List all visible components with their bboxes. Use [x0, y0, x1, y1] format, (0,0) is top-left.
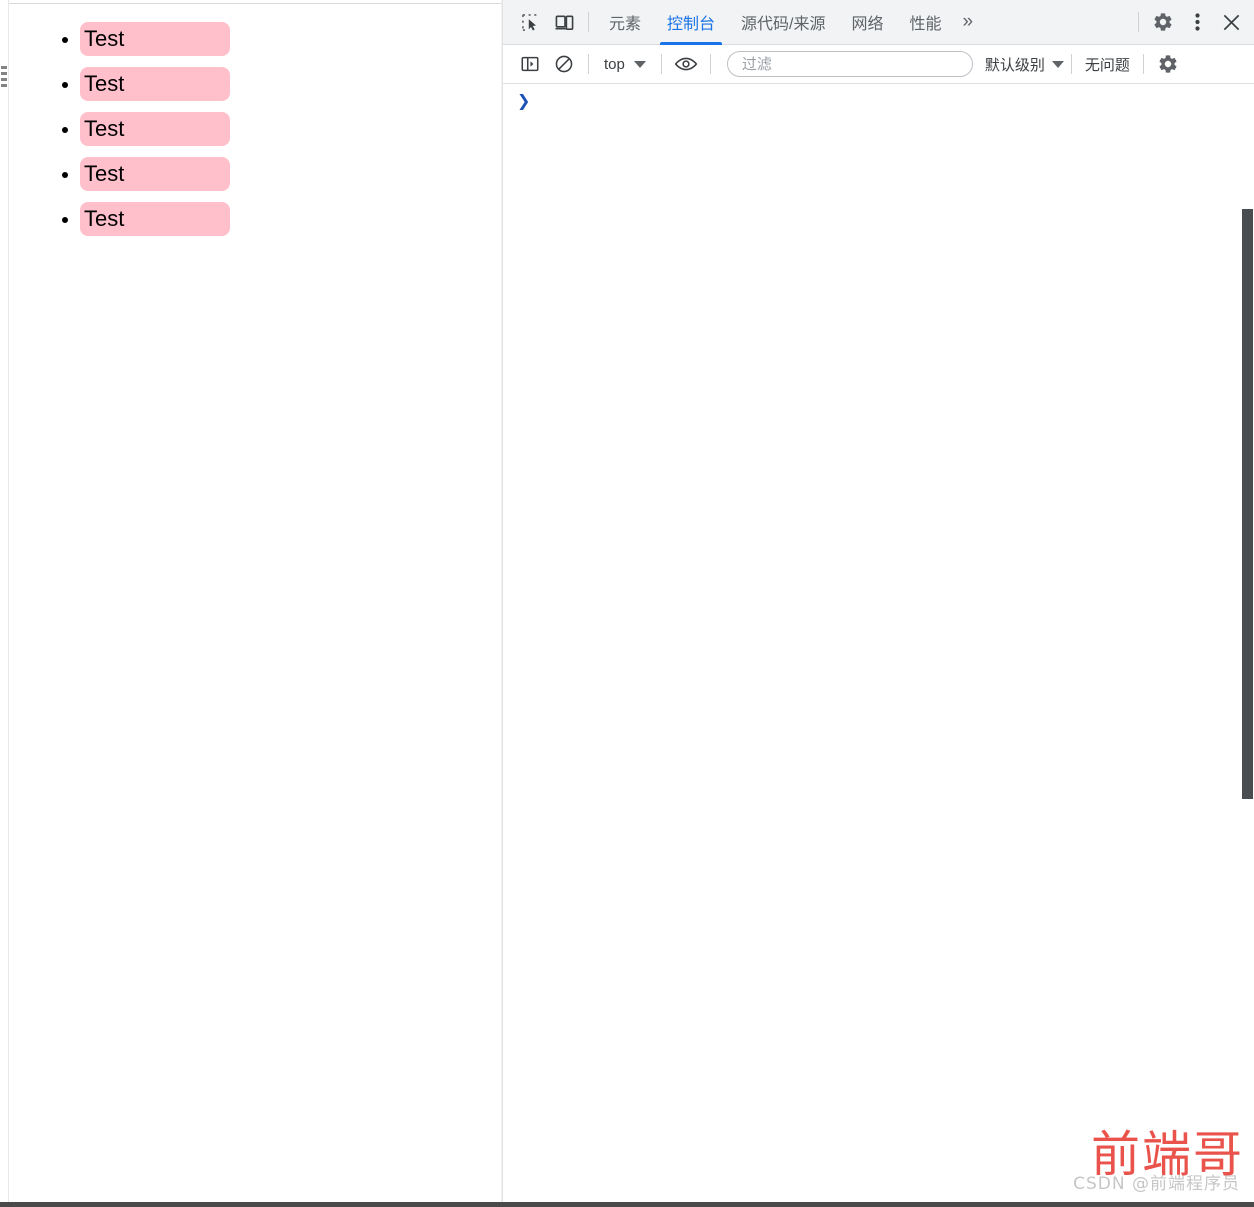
gear-icon[interactable]	[1151, 47, 1185, 81]
devtools-panel: 元素 控制台 源代码/来源 网络 性能 » top 过滤 默认级别 无问题 ❯ …	[503, 0, 1254, 1202]
console-sidebar-icon[interactable]	[513, 47, 547, 81]
live-expression-eye-icon[interactable]	[669, 47, 703, 81]
list-item: Test	[80, 157, 460, 191]
page-left-gutter	[0, 0, 9, 1202]
tab-network[interactable]: 网络	[838, 0, 896, 45]
list-item-highlight: Test	[80, 22, 230, 56]
console-toolbar-divider-1	[588, 54, 589, 74]
log-level-select[interactable]: 默认级别	[985, 54, 1064, 75]
kebab-menu-icon[interactable]	[1180, 5, 1214, 39]
list-item: Test	[80, 202, 460, 236]
console-toolbar-divider-3	[709, 54, 711, 74]
device-toolbar-icon[interactable]	[547, 5, 581, 39]
tab-sources[interactable]: 源代码/来源	[728, 0, 838, 45]
console-scrollbar-thumb[interactable]	[1242, 209, 1253, 799]
list-item: Test	[80, 22, 460, 56]
console-toolbar-divider-5	[1142, 54, 1144, 74]
tab-elements[interactable]: 元素	[596, 0, 654, 45]
list-item-highlight: Test	[80, 112, 230, 146]
list-item-highlight: Test	[80, 157, 230, 191]
log-level-value: 默认级别	[984, 56, 1045, 74]
execution-context-value: top	[604, 55, 625, 73]
tabbar-divider	[588, 12, 589, 32]
tab-console[interactable]: 控制台	[654, 0, 728, 45]
issues-status[interactable]: 无问题	[1079, 54, 1136, 75]
window-bottom-edge	[0, 1202, 1254, 1207]
tab-performance[interactable]: 性能	[897, 0, 955, 45]
filter-input-wrapper[interactable]	[726, 51, 973, 77]
page-gutter-marks	[1, 66, 7, 88]
inspect-element-icon[interactable]	[513, 5, 547, 39]
list-item: Test	[80, 112, 460, 146]
console-input-row[interactable]: ❯	[503, 84, 1254, 110]
console-prompt-icon: ❯	[517, 91, 531, 110]
execution-context-select[interactable]: top	[596, 51, 654, 77]
chevron-down-icon	[1051, 60, 1064, 68]
watermark-primary: 前端哥	[1090, 1126, 1244, 1183]
gear-icon[interactable]	[1146, 5, 1180, 39]
chevron-down-icon	[633, 60, 646, 68]
console-toolbar-divider-4	[1070, 54, 1072, 74]
devtools-splitter-line	[501, 0, 502, 1202]
console-output-area[interactable]: ❯ 前端哥 CSDN @前端程序员	[503, 84, 1254, 1201]
filter-input[interactable]	[739, 54, 960, 74]
watermark-secondary: CSDN @前端程序员	[1073, 1174, 1240, 1194]
tabbar-divider-right	[1138, 12, 1139, 32]
list-item: Test	[80, 67, 460, 101]
web-page-viewport: Test Test Test Test Test	[0, 0, 501, 1202]
test-list: Test Test Test Test Test	[40, 22, 460, 247]
clear-console-icon[interactable]	[547, 47, 581, 81]
more-tabs-icon[interactable]: »	[955, 0, 982, 45]
close-icon[interactable]	[1214, 5, 1248, 39]
list-item-highlight: Test	[80, 202, 230, 236]
devtools-tabbar: 元素 控制台 源代码/来源 网络 性能 »	[503, 0, 1254, 45]
page-top-rule	[9, 3, 501, 4]
list-item-highlight: Test	[80, 67, 230, 101]
console-scrollbar[interactable]	[1241, 84, 1254, 1201]
browser-window: Test Test Test Test Test	[0, 0, 1254, 1207]
console-toolbar-divider-2	[660, 54, 662, 74]
console-toolbar: top 默认级别 无问题	[503, 45, 1254, 84]
